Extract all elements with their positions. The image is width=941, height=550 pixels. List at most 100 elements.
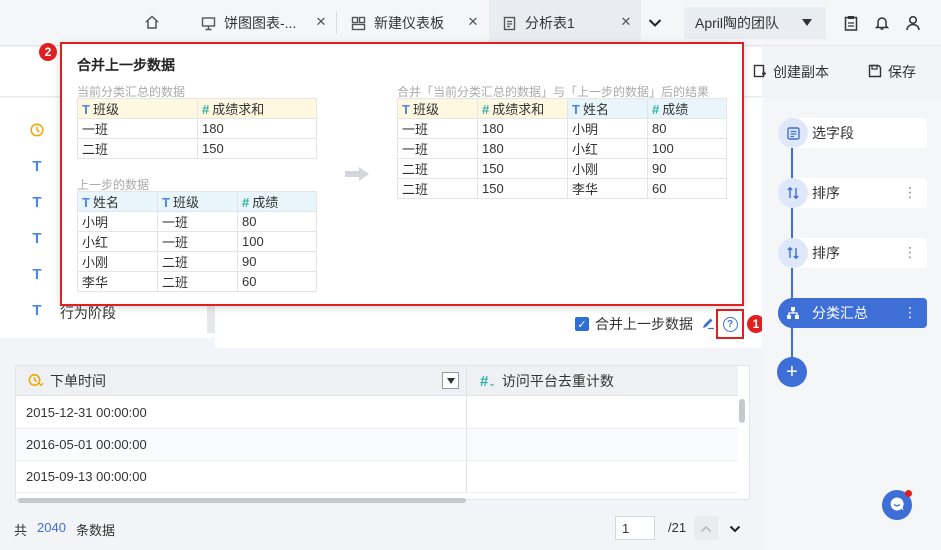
table-cell: 小明 [567, 118, 648, 139]
tab-overflow-button[interactable] [642, 12, 668, 34]
step-sort-2[interactable]: 排序 ⋮ [778, 238, 927, 268]
step-badge-2: 2 [39, 43, 57, 61]
text-field-icon: T [32, 229, 42, 247]
table-header: # 成绩求和 [477, 98, 568, 119]
table-cell: 小明 [77, 211, 158, 232]
table-cell: 李华 [77, 271, 158, 292]
text-field-icon: T [32, 157, 42, 175]
merge-checkbox[interactable]: ✓ [575, 317, 589, 331]
clipboard-icon[interactable] [841, 13, 861, 33]
step-sort-1[interactable]: 排序 ⋮ [778, 178, 927, 208]
close-icon[interactable]: ✕ [619, 14, 633, 29]
sort-icon [778, 178, 808, 208]
more-vertical-icon[interactable]: ⋮ [903, 245, 917, 259]
table-cell: 一班 [157, 211, 238, 232]
text-type-icon: T [82, 195, 90, 210]
text-type-icon: T [82, 102, 90, 117]
table-cell: 小刚 [77, 251, 158, 272]
table-cell: 90 [647, 158, 727, 179]
field-item-behavior-stage[interactable]: 行为阶段 [60, 303, 116, 323]
current-summary-table: T 班级 # 成绩求和 一班 180 二班 150 [77, 98, 317, 159]
table-cell: 二班 [397, 178, 478, 199]
count-prefix: 共 [14, 523, 28, 538]
chat-icon [889, 496, 905, 515]
vertical-scrollbar[interactable] [739, 399, 745, 423]
merge-label: 合并上一步数据 [595, 316, 693, 332]
table-header: T 姓名 [77, 191, 158, 212]
tab-new-dashboard[interactable]: 新建仪表板 ✕ [338, 0, 488, 46]
table-header: T 班级 [77, 98, 198, 119]
sort-icon [778, 238, 808, 268]
horizontal-scrollbar[interactable] [18, 498, 466, 503]
count-suffix: 条数据 [75, 523, 115, 538]
bell-icon[interactable] [872, 13, 892, 33]
tab-analysis-table[interactable]: 分析表1 ✕ [489, 0, 641, 46]
tab-pie-chart[interactable]: 饼图图表-... ✕ [188, 0, 336, 46]
more-vertical-icon[interactable]: ⋮ [903, 305, 917, 319]
layout-icon [350, 15, 366, 31]
edit-icon[interactable] [701, 316, 715, 333]
tab-label: 分析表1 [525, 15, 575, 31]
create-copy-button[interactable]: 创建副本 [753, 62, 829, 82]
date-field-icon [28, 373, 44, 390]
save-button[interactable]: 保存 [868, 62, 916, 82]
add-step-button[interactable]: + [777, 357, 807, 387]
number-field-icon: #⌄ [480, 372, 496, 390]
step-label: 分类汇总 [812, 305, 868, 321]
table-cell: 一班 [77, 118, 198, 139]
caret-down-icon [802, 19, 812, 26]
step-select-fields[interactable]: 选字段 [778, 118, 927, 148]
table-cell: 一班 [157, 231, 238, 252]
doc-icon [501, 15, 517, 31]
column-header-platform-count[interactable]: #⌄ 访问平台去重计数 [480, 366, 614, 396]
table-cell: 二班 [157, 251, 238, 272]
table-cell: 80 [647, 118, 727, 139]
number-type-icon: # [482, 102, 490, 117]
text-field-icon: T [32, 193, 42, 211]
close-icon[interactable]: ✕ [466, 14, 480, 29]
team-name: April陶的团队 [695, 15, 780, 31]
help-highlight[interactable]: ? [716, 309, 744, 339]
column-header-order-time[interactable]: 下单时间 [28, 366, 106, 396]
arrow-right-icon [344, 166, 370, 185]
team-select[interactable]: April陶的团队 [684, 7, 826, 39]
popover-title: 合并上一步数据 [77, 57, 175, 73]
create-copy-label: 创建副本 [773, 64, 829, 80]
close-icon[interactable]: ✕ [314, 14, 328, 29]
table-cell: 90 [237, 251, 317, 272]
text-type-icon: T [402, 102, 410, 117]
count-number: 2040 [37, 520, 66, 535]
next-page-button[interactable] [723, 516, 747, 540]
tab-label: 饼图图表-... [224, 15, 297, 31]
table-cell: 小刚 [567, 158, 648, 179]
step-label: 排序 [812, 245, 840, 261]
table-cell: 一班 [397, 138, 478, 159]
step-label: 选字段 [812, 125, 854, 141]
save-label: 保存 [888, 64, 916, 80]
date-field-icon [30, 122, 44, 138]
page-total: /21 [668, 520, 687, 535]
table-cell: 小红 [567, 138, 648, 159]
user-icon[interactable] [903, 13, 923, 33]
table-cell: 150 [197, 138, 317, 159]
chevron-up-icon [700, 521, 712, 536]
more-vertical-icon[interactable]: ⋮ [903, 185, 917, 199]
help-icon[interactable]: ? [722, 316, 738, 332]
prev-page-button[interactable] [694, 516, 718, 540]
tab-divider [336, 12, 337, 34]
column-divider [466, 366, 467, 492]
table-cell: 150 [477, 158, 568, 179]
table-cell: 100 [237, 231, 317, 252]
copy-icon [753, 64, 767, 81]
notification-dot [905, 490, 912, 497]
table-cell: 二班 [77, 138, 198, 159]
column-dropdown-button[interactable] [442, 372, 459, 389]
step-group-summary[interactable]: 分类汇总 ⋮ [778, 298, 927, 328]
number-type-icon: # [652, 102, 660, 117]
home-tab[interactable] [128, 0, 176, 46]
merge-previous-option[interactable]: ✓ 合并上一步数据 [575, 314, 715, 334]
chevron-down-icon [729, 521, 741, 536]
dashboard-icon [200, 15, 216, 31]
page-input[interactable]: 1 [615, 516, 655, 540]
number-type-icon: # [202, 102, 210, 117]
